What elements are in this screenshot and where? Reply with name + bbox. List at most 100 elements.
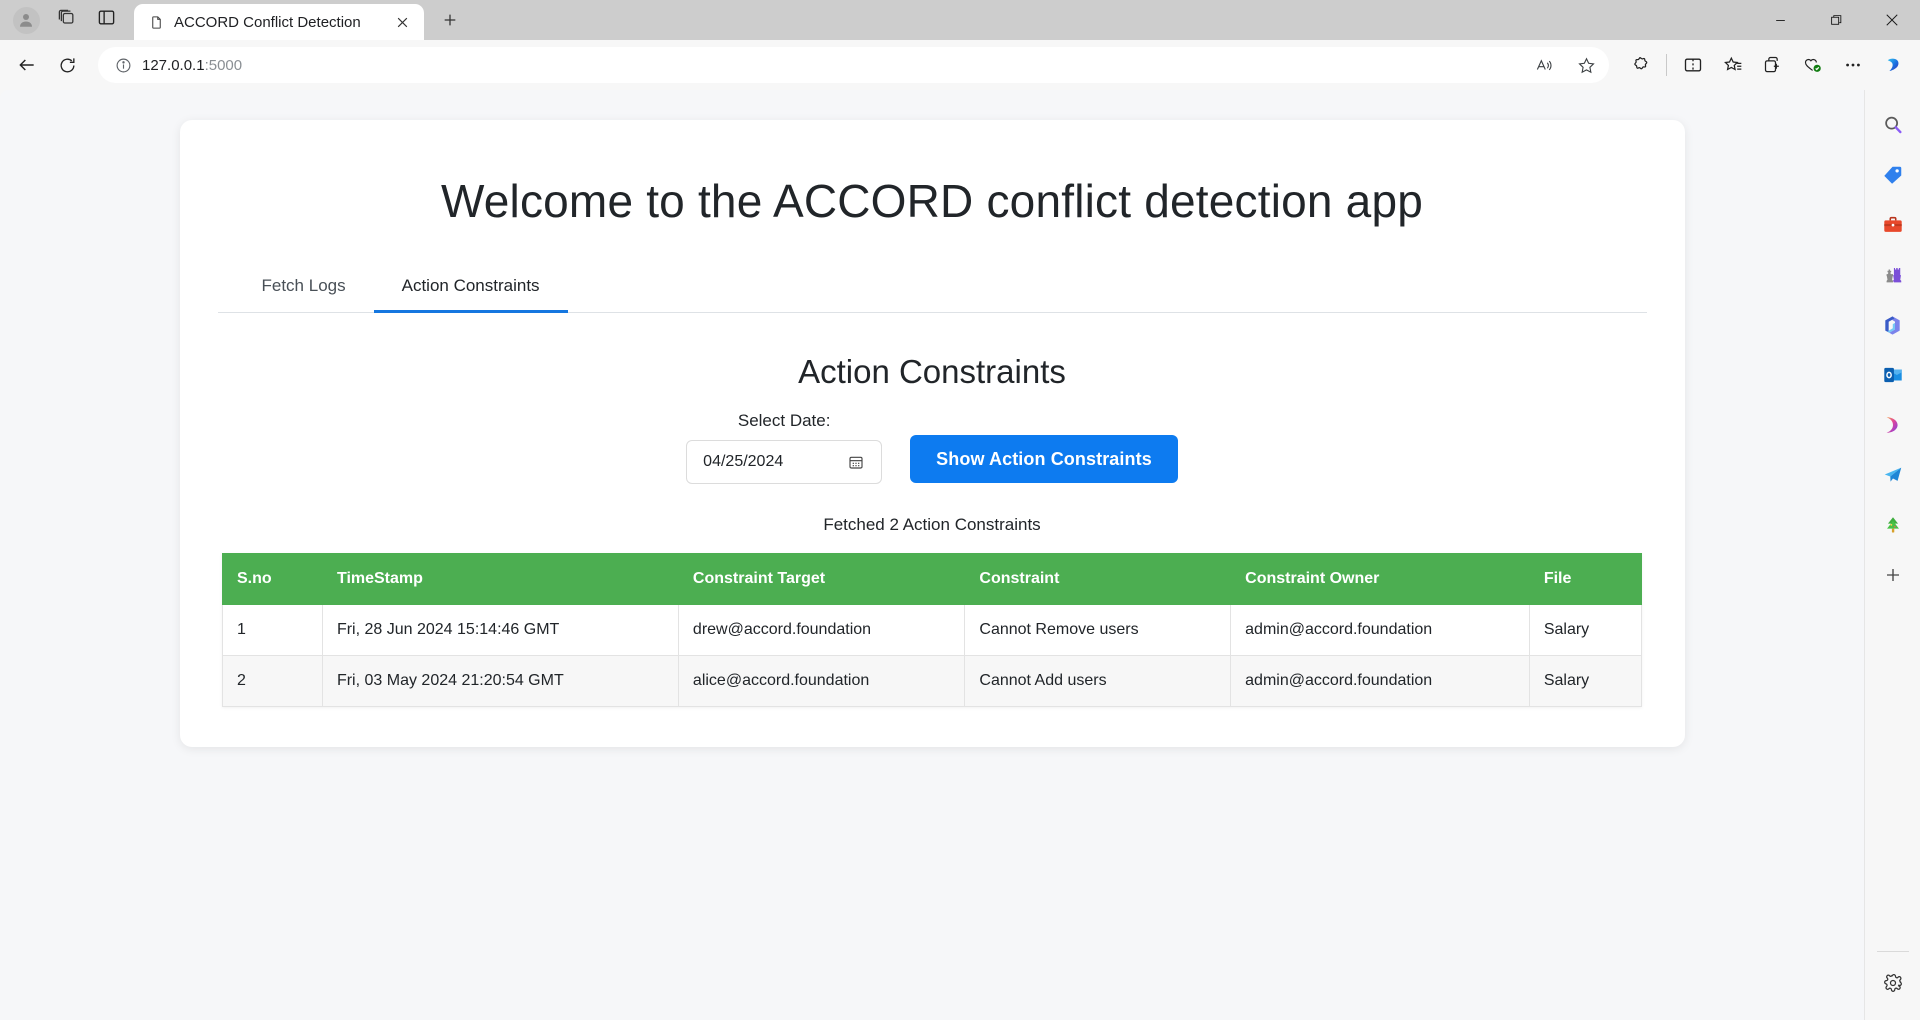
fetch-status-text: Fetched 2 Action Constraints — [823, 515, 1041, 534]
split-screen-icon — [1684, 58, 1702, 72]
split-screen-button[interactable] — [1674, 46, 1712, 84]
cell-constraint: Cannot Add users — [964, 655, 1232, 707]
copilot-button[interactable] — [1874, 46, 1912, 84]
settings-gear-icon — [1883, 974, 1902, 992]
tab-title: ACCORD Conflict Detection — [174, 13, 361, 31]
favorites-icon — [1724, 56, 1742, 71]
tab-actions-icon — [97, 8, 116, 32]
collections-button[interactable] — [1754, 46, 1792, 84]
sidebar-item-m365[interactable] — [1873, 304, 1913, 346]
web-page-viewport: Welcome to the ACCORD conflict detection… — [0, 90, 1864, 1020]
favorites-button[interactable] — [1714, 46, 1752, 84]
section-title: Action Constraints — [798, 353, 1066, 390]
tree-icon — [1886, 517, 1899, 533]
date-label: Select Date: — [737, 411, 831, 430]
table-body: 1 Fri, 28 Jun 2024 15:14:46 GMT drew@acc… — [222, 604, 1643, 707]
sidebar-add-button[interactable] — [1873, 554, 1913, 596]
sidebar-item-outlook[interactable] — [1873, 354, 1913, 396]
outlook-icon — [1883, 367, 1902, 383]
tab-actions-button[interactable] — [86, 3, 126, 37]
restore-button[interactable] — [1808, 0, 1864, 40]
th-sno: S.no — [222, 553, 323, 605]
url-port: :5000 — [204, 56, 243, 74]
plus-icon — [444, 14, 456, 26]
toolbar-divider — [1666, 54, 1667, 76]
browser-essentials-button[interactable] — [1794, 46, 1832, 84]
th-file: File — [1528, 553, 1643, 605]
copilot-puzzle-button[interactable] — [1621, 46, 1659, 84]
table-header-row: S.no TimeStamp Constraint Target Constra… — [222, 553, 1643, 605]
tab-action-constraints[interactable]: Action Constraints — [373, 264, 568, 313]
tab-strip: ACCORD Conflict Detection — [0, 0, 1920, 40]
refresh-button[interactable] — [48, 46, 86, 84]
profile-avatar[interactable] — [6, 3, 46, 37]
read-aloud-icon[interactable] — [1527, 48, 1561, 82]
app-card: Welcome to the ACCORD conflict detection… — [179, 120, 1685, 747]
more-options-icon — [1846, 63, 1860, 67]
minimize-button[interactable] — [1752, 0, 1808, 40]
browser-body: Welcome to the ACCORD conflict detection… — [0, 90, 1920, 1020]
favorite-star-icon[interactable] — [1569, 48, 1603, 82]
cell-sno: 2 — [222, 655, 323, 707]
new-tab-button[interactable] — [432, 3, 468, 37]
edge-sidebar — [1864, 90, 1920, 1020]
refresh-icon — [60, 57, 75, 72]
workspaces-icon — [57, 8, 76, 32]
th-target: Constraint Target — [677, 553, 966, 605]
show-action-constraints-button[interactable]: Show Action Constraints — [910, 435, 1178, 483]
sidebar-item-send[interactable] — [1873, 454, 1913, 496]
app-tab-bar: Fetch Logs Action Constraints — [217, 264, 1647, 313]
copilot-puzzle-icon — [1634, 57, 1648, 70]
designer-icon — [1886, 417, 1898, 433]
sidebar-item-shopping[interactable] — [1873, 154, 1913, 196]
tab-fetch-logs[interactable]: Fetch Logs — [234, 264, 374, 313]
cell-constraint: Cannot Remove users — [964, 604, 1232, 656]
address-bar[interactable]: 127.0.0.1:5000 — [98, 47, 1609, 83]
cell-owner: admin@accord.foundation — [1230, 604, 1530, 656]
table-row: 1 Fri, 28 Jun 2024 15:14:46 GMT drew@acc… — [222, 604, 1643, 656]
url-text: 127.0.0.1:5000 — [142, 57, 1519, 74]
microsoft-365-icon — [1885, 315, 1900, 335]
sidebar-divider — [1876, 951, 1909, 952]
sidebar-item-tools[interactable] — [1873, 204, 1913, 246]
sidebar-item-search[interactable] — [1873, 104, 1913, 146]
back-arrow-icon — [19, 59, 34, 71]
collections-icon — [1764, 56, 1779, 73]
page-title: Welcome to the ACCORD conflict detection… — [440, 175, 1424, 227]
copilot-icon — [1887, 58, 1898, 71]
date-value: 04/25/2024 — [703, 453, 784, 470]
date-input[interactable]: 04/25/2024 — [686, 440, 883, 484]
window-controls — [1752, 0, 1920, 40]
table-head: S.no TimeStamp Constraint Target Constra… — [222, 553, 1643, 605]
sidebar-item-tree[interactable] — [1873, 504, 1913, 546]
cell-target: drew@accord.foundation — [677, 604, 966, 656]
close-window-button[interactable] — [1864, 0, 1920, 40]
sidebar-item-designer[interactable] — [1873, 404, 1913, 446]
page-content: Welcome to the ACCORD conflict detection… — [0, 90, 1864, 1020]
cell-file: Salary — [1528, 604, 1643, 656]
tab-close-icon[interactable] — [390, 10, 414, 34]
cell-sno: 1 — [222, 604, 323, 656]
calendar-icon[interactable] — [847, 453, 865, 471]
browser-toolbar: 127.0.0.1:5000 — [0, 40, 1920, 90]
workspaces-button[interactable] — [46, 3, 86, 37]
cell-target: alice@accord.foundation — [677, 655, 966, 707]
cell-owner: admin@accord.foundation — [1230, 655, 1530, 707]
search-icon — [1884, 116, 1902, 134]
cell-timestamp: Fri, 03 May 2024 21:20:54 GMT — [321, 655, 679, 707]
sidebar-item-games[interactable] — [1873, 254, 1913, 296]
tools-briefcase-icon — [1883, 216, 1902, 232]
cell-timestamp: Fri, 28 Jun 2024 15:14:46 GMT — [321, 604, 679, 656]
shopping-tag-icon — [1883, 166, 1901, 184]
sidebar-settings-button[interactable] — [1873, 962, 1913, 1004]
profile-avatar-icon — [12, 6, 40, 34]
site-info-icon[interactable] — [112, 54, 134, 76]
action-constraints-table: S.no TimeStamp Constraint Target Constra… — [222, 553, 1643, 707]
page-icon — [148, 14, 164, 30]
th-owner: Constraint Owner — [1230, 553, 1530, 605]
browser-window: ACCORD Conflict Detection 127.0.0.1:5000… — [0, 0, 1920, 1020]
back-button[interactable] — [8, 46, 46, 84]
browser-tab[interactable]: ACCORD Conflict Detection — [134, 4, 424, 40]
table-row: 2 Fri, 03 May 2024 21:20:54 GMT alice@ac… — [222, 655, 1643, 707]
settings-more-button[interactable] — [1834, 46, 1872, 84]
